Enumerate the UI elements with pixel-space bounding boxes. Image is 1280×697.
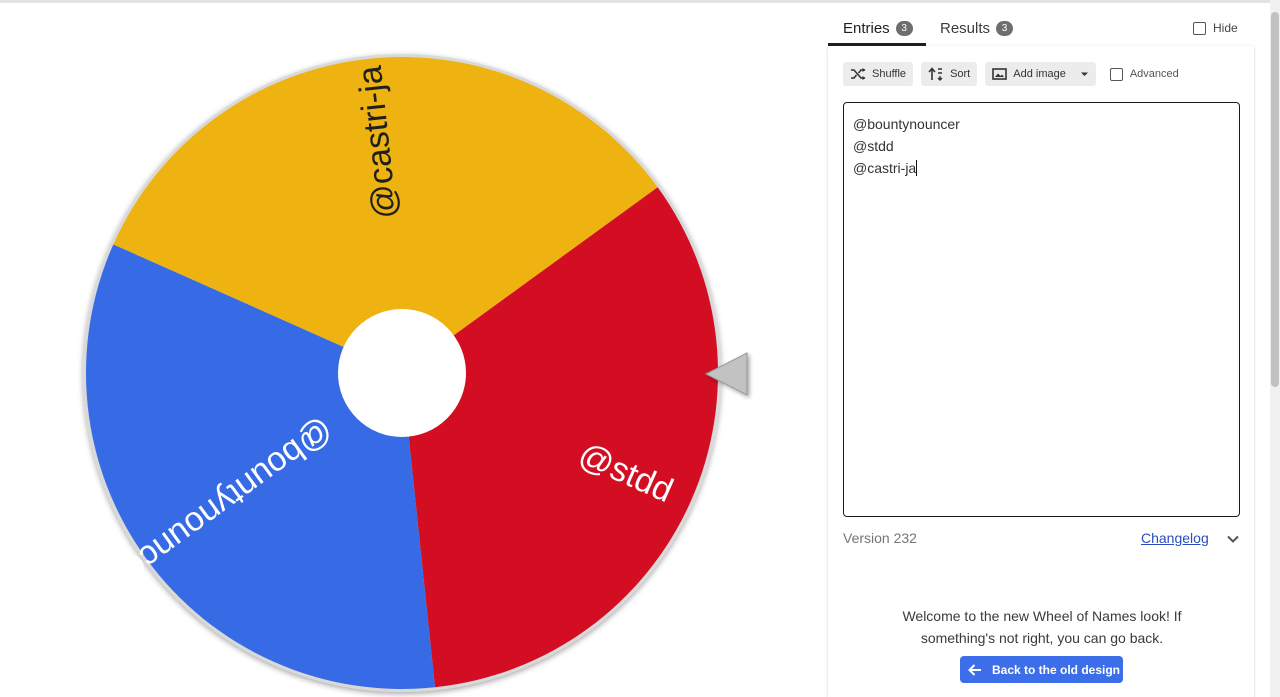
tab-entries-label: Entries [843, 19, 890, 37]
hide-toggle[interactable]: Hide [1193, 21, 1238, 35]
entry-line: @bountynouncer [853, 116, 960, 132]
entry-line: @stdd [853, 138, 894, 154]
results-count-badge: 3 [996, 20, 1014, 36]
tab-results-label: Results [940, 19, 991, 37]
wheel-area: @castri-ja @stdd @bountynouncer [0, 0, 820, 697]
wheel[interactable]: @castri-ja@stdd@bountynouncer [0, 0, 820, 697]
changelog-link[interactable]: Changelog [1141, 530, 1209, 546]
scrollbar-thumb[interactable] [1271, 12, 1279, 387]
welcome-message: Welcome to the new Wheel of Names look! … [870, 605, 1214, 649]
hide-checkbox[interactable] [1193, 21, 1206, 35]
welcome-line-2: something's not right, you can go back. [920, 630, 1164, 646]
entries-toolbar: Shuffle Sort Add image Advanced [843, 62, 1179, 86]
sort-button[interactable]: Sort [921, 62, 978, 86]
version-label: Version 232 [843, 530, 917, 546]
active-tab-indicator [828, 43, 926, 46]
caret-down-icon [1080, 72, 1088, 76]
tab-results[interactable]: Results 3 [940, 10, 1014, 46]
tab-entries[interactable]: Entries 3 [843, 10, 913, 46]
back-to-old-design-button[interactable]: Back to the old design [960, 656, 1123, 683]
entry-line-last: @castri-ja [853, 157, 1230, 179]
panel-tabs: Entries 3 Results 3 [828, 10, 1254, 46]
arrow-left-icon [968, 663, 981, 676]
advanced-label: Advanced [1129, 68, 1179, 80]
entries-textarea[interactable]: @bountynouncer @stdd @castri-ja [843, 102, 1240, 517]
text-caret [916, 160, 918, 176]
wheel-center[interactable] [338, 309, 466, 437]
sort-icon [928, 67, 943, 81]
shuffle-button[interactable]: Shuffle [843, 62, 914, 86]
advanced-toggle[interactable]: Advanced [1109, 67, 1179, 81]
entry-line-text: @castri-ja [853, 160, 917, 176]
sort-label: Sort [950, 68, 971, 80]
back-button-label: Back to the old design [992, 662, 1121, 677]
shuffle-icon [851, 68, 866, 80]
add-image-label: Add image [1013, 68, 1066, 80]
image-icon [992, 68, 1008, 80]
chevron-down-icon[interactable] [1225, 531, 1241, 547]
welcome-line-1: Welcome to the new Wheel of Names look! … [902, 608, 1182, 624]
hide-label: Hide [1213, 21, 1238, 35]
add-image-button[interactable]: Add image [985, 62, 1096, 86]
advanced-checkbox[interactable] [1109, 67, 1123, 81]
shuffle-label: Shuffle [872, 68, 907, 80]
entries-count-badge: 3 [895, 20, 913, 36]
